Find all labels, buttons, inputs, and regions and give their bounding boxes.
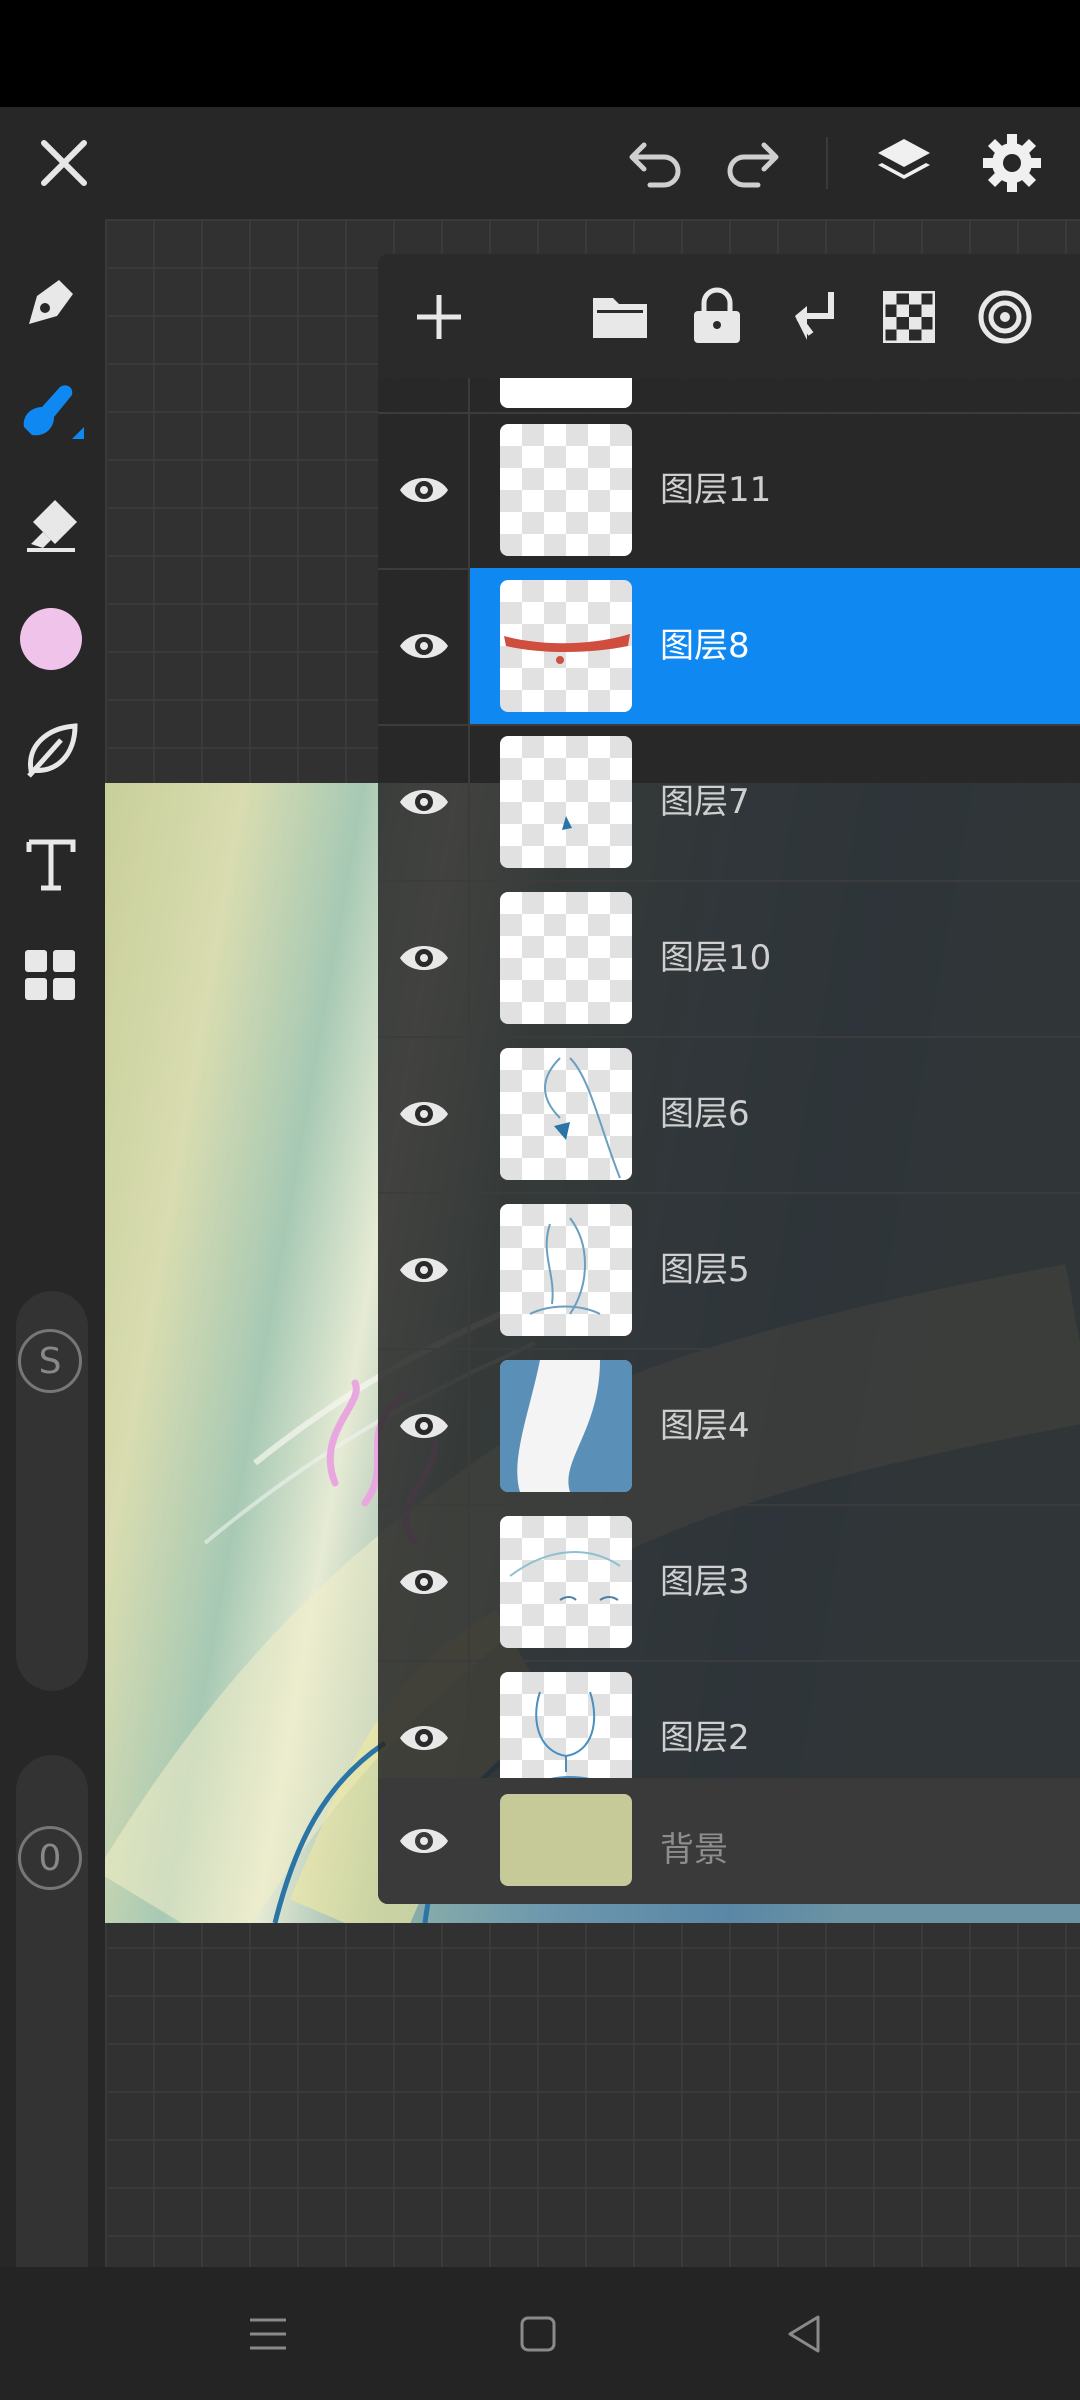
layer-thumbnail (500, 736, 632, 868)
layer-name: 图层4 (660, 1406, 750, 1446)
layer-row[interactable]: 图层7 (378, 724, 1080, 882)
leaf-icon[interactable] (18, 717, 84, 783)
layer-name: 图层3 (660, 1562, 750, 1602)
background-color-thumbnail (500, 1794, 632, 1886)
left-toolbar: S 0 (0, 219, 105, 2345)
brush-icon[interactable] (18, 377, 84, 449)
layer-row[interactable]: 图层2 (378, 1660, 1080, 1778)
layer-name: 图层10 (660, 938, 772, 978)
redo-icon[interactable] (716, 129, 788, 197)
layer-thumbnail (500, 424, 632, 556)
layer-thumbnail (500, 580, 632, 712)
layer-panel: 图层11 图层8 图层7 图层10 图层6 图层5 图层4 图层3 图层2 背景 (378, 254, 1080, 1904)
merge-down-icon[interactable] (786, 286, 844, 348)
gear-icon[interactable] (976, 127, 1048, 199)
layer-row-selected[interactable]: 图层8 (378, 568, 1080, 726)
lock-icon[interactable] (688, 284, 746, 346)
grid-icon[interactable] (18, 943, 84, 1009)
eye-icon[interactable] (396, 1813, 452, 1869)
eye-icon[interactable] (396, 1554, 452, 1610)
layer-name: 图层2 (660, 1718, 750, 1758)
layer-row[interactable]: 图层6 (378, 1036, 1080, 1194)
layer-thumbnail (500, 1360, 632, 1492)
home-icon[interactable] (506, 2307, 570, 2361)
layer-thumbnail (500, 1048, 632, 1180)
eye-icon[interactable] (396, 774, 452, 830)
eye-icon[interactable] (396, 1398, 452, 1454)
layer-name: 图层5 (660, 1250, 750, 1290)
eye-icon[interactable] (396, 1710, 452, 1766)
layer-name: 图层6 (660, 1094, 750, 1134)
folder-icon[interactable] (590, 288, 650, 346)
eye-icon[interactable] (396, 618, 452, 674)
eye-icon[interactable] (396, 462, 452, 518)
layer-row[interactable]: 图层11 (378, 412, 1080, 570)
layer-row[interactable]: 图层4 (378, 1348, 1080, 1506)
opacity-badge: 0 (18, 1826, 82, 1890)
layer-thumbnail (500, 892, 632, 1024)
layer-name: 图层11 (660, 470, 772, 510)
layer-thumbnail (500, 1516, 632, 1648)
background-layer-row[interactable]: 背景 (378, 1778, 1080, 1904)
eye-icon[interactable] (396, 930, 452, 986)
toolbar-divider (826, 137, 828, 189)
background-layer-name: 背景 (660, 1830, 728, 1870)
system-navigation-bar (0, 2267, 1080, 2400)
size-badge: S (18, 1329, 82, 1393)
layer-thumbnail (500, 1672, 632, 1778)
layer-row[interactable]: 图层3 (378, 1504, 1080, 1662)
top-toolbar (0, 107, 1080, 219)
eraser-icon[interactable] (18, 491, 84, 557)
layer-name: 图层7 (660, 782, 750, 822)
eye-icon[interactable] (396, 1242, 452, 1298)
color-swatch[interactable] (20, 608, 82, 670)
layer-row[interactable]: 图层10 (378, 880, 1080, 1038)
add-icon[interactable] (410, 288, 468, 346)
text-icon[interactable] (18, 831, 84, 897)
eye-icon[interactable] (396, 1086, 452, 1142)
layer-row-partial (378, 378, 1080, 414)
back-icon[interactable] (772, 2307, 836, 2361)
layers-icon[interactable] (868, 127, 940, 199)
status-bar (0, 0, 1080, 107)
menu-icon[interactable] (236, 2307, 300, 2361)
transparency-icon[interactable] (880, 288, 938, 346)
pen-icon[interactable] (18, 269, 84, 335)
layer-name: 图层8 (660, 626, 750, 666)
target-icon[interactable] (976, 288, 1034, 346)
layer-panel-toolbar (378, 254, 1080, 378)
layer-row[interactable]: 图层5 (378, 1192, 1080, 1350)
close-icon[interactable] (30, 129, 98, 197)
layer-thumbnail (500, 1204, 632, 1336)
undo-icon[interactable] (620, 129, 692, 197)
